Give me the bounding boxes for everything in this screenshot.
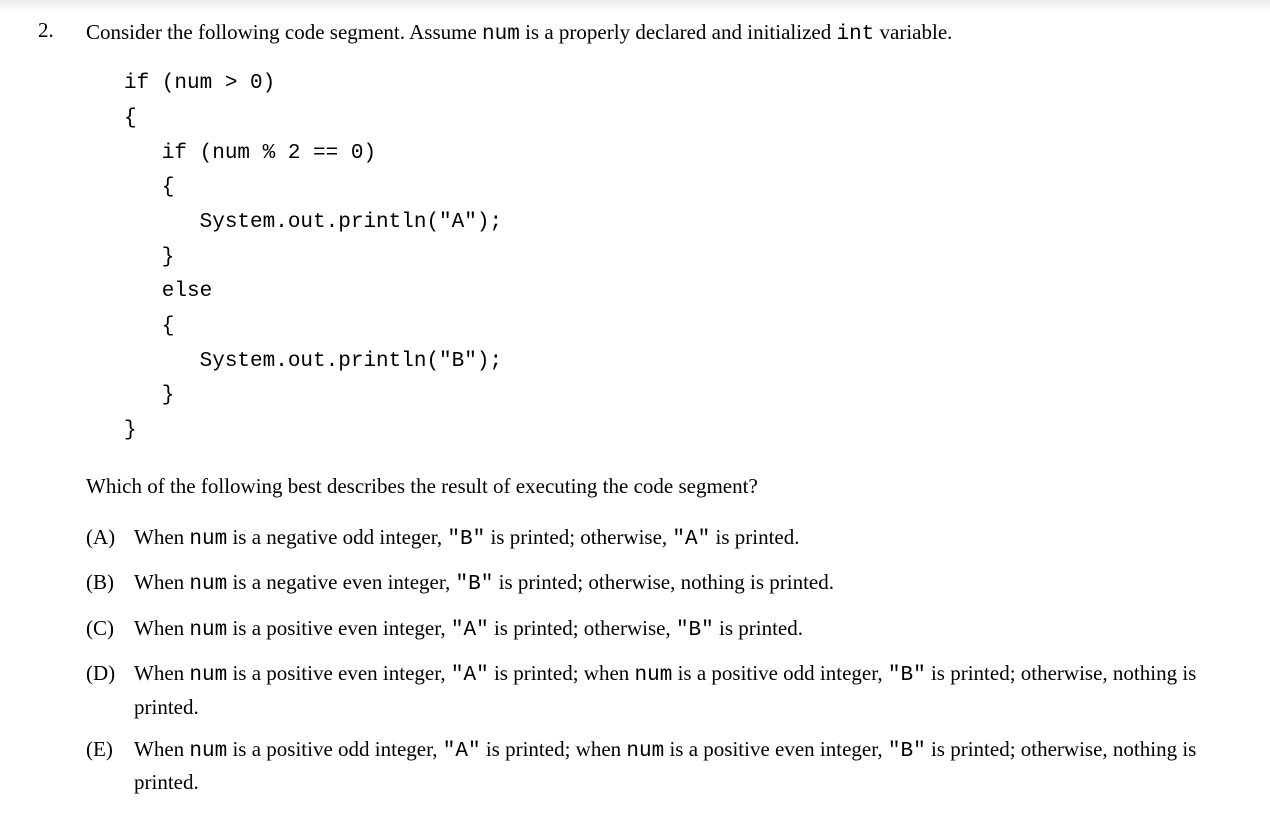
choice-text: When num is a positive odd integer, "A" … <box>134 734 1220 798</box>
question-subprompt: Which of the following best describes th… <box>86 472 1220 501</box>
code-inline: "B" <box>888 664 926 687</box>
question-number: 2. <box>30 18 86 43</box>
choice-letter: (D) <box>86 658 134 688</box>
text-inline: is a positive odd integer, <box>672 661 888 685</box>
text-inline: is a positive even integer, <box>227 661 451 685</box>
code-inline: num <box>189 740 227 763</box>
choice-letter: (A) <box>86 522 134 552</box>
question-body: Consider the following code segment. Ass… <box>86 18 1240 810</box>
text-inline: When <box>134 616 189 640</box>
question-prompt: Consider the following code segment. Ass… <box>86 18 1220 49</box>
text-inline: is printed. <box>710 525 799 549</box>
choice-letter: (B) <box>86 567 134 597</box>
choice-row[interactable]: (E)When num is a positive odd integer, "… <box>86 734 1220 798</box>
text-inline: is a negative even integer, <box>227 570 455 594</box>
text-inline: is printed. <box>714 616 803 640</box>
text-inline: When <box>134 525 189 549</box>
question-block: 2. Consider the following code segment. … <box>30 18 1240 810</box>
code-inline: "B" <box>456 573 494 596</box>
choice-text: When num is a negative even integer, "B"… <box>134 567 1220 600</box>
code-inline: num <box>189 664 227 687</box>
code-inline: "A" <box>451 619 489 642</box>
text-inline: is printed; otherwise, <box>485 525 672 549</box>
choice-letter: (E) <box>86 734 134 764</box>
text-inline: is printed; otherwise, <box>489 616 676 640</box>
prompt-code-1: int <box>836 23 874 46</box>
text-inline: is printed; when <box>489 661 635 685</box>
choice-text: When num is a positive even integer, "A"… <box>134 613 1220 646</box>
code-inline: num <box>626 740 664 763</box>
text-inline: is a positive even integer, <box>227 616 451 640</box>
code-inline: num <box>189 619 227 642</box>
prompt-code-0: num <box>482 23 520 46</box>
text-inline: is a positive even integer, <box>664 737 888 761</box>
text-inline: When <box>134 661 189 685</box>
code-inline: num <box>635 664 673 687</box>
text-inline: is a negative odd integer, <box>227 525 447 549</box>
code-inline: "B" <box>676 619 714 642</box>
code-inline: num <box>189 528 227 551</box>
choice-row[interactable]: (B)When num is a negative even integer, … <box>86 567 1220 600</box>
text-inline: When <box>134 570 189 594</box>
text-inline: When <box>134 737 189 761</box>
choice-row[interactable]: (D)When num is a positive even integer, … <box>86 658 1220 722</box>
prompt-text-0: Consider the following code segment. Ass… <box>86 20 482 44</box>
code-inline: "A" <box>672 528 710 551</box>
prompt-text-1: is a properly declared and initialized <box>525 20 836 44</box>
choice-text: When num is a positive even integer, "A"… <box>134 658 1220 722</box>
answer-choices: (A)When num is a negative odd integer, "… <box>86 522 1220 798</box>
text-inline: is a positive odd integer, <box>227 737 443 761</box>
text-inline: is printed; otherwise, nothing is printe… <box>493 570 834 594</box>
choice-row[interactable]: (A)When num is a negative odd integer, "… <box>86 522 1220 555</box>
code-inline: "B" <box>447 528 485 551</box>
code-inline: "B" <box>888 740 926 763</box>
code-inline: "A" <box>451 664 489 687</box>
code-inline: num <box>189 573 227 596</box>
choice-row[interactable]: (C)When num is a positive even integer, … <box>86 613 1220 646</box>
choice-text: When num is a negative odd integer, "B" … <box>134 522 1220 555</box>
exam-page: 2. Consider the following code segment. … <box>0 0 1270 840</box>
code-inline: "A" <box>443 740 481 763</box>
code-segment: if (num > 0) { if (num % 2 == 0) { Syste… <box>124 67 1220 448</box>
choice-letter: (C) <box>86 613 134 643</box>
text-inline: is printed; when <box>481 737 627 761</box>
prompt-text-2: variable. <box>880 20 953 44</box>
